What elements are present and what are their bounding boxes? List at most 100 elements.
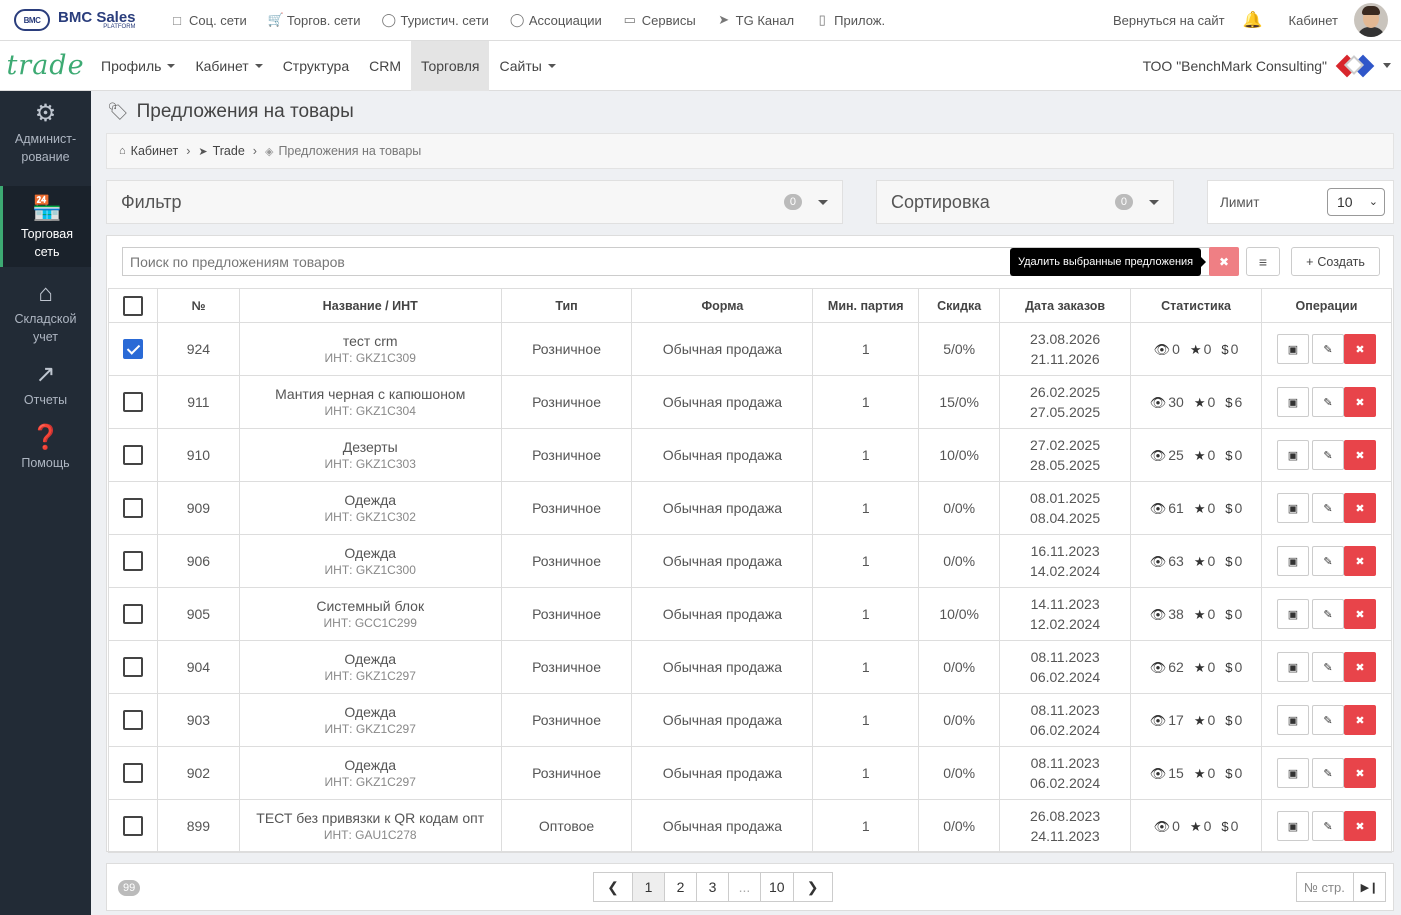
row-checkbox[interactable]: [122, 339, 143, 359]
row-checkbox[interactable]: [122, 657, 143, 677]
topnav-item-tourism[interactable]: ◯ Туристич. сети: [382, 12, 489, 28]
filter-panel[interactable]: Фильтр 0: [106, 180, 843, 224]
sidebar-item-label: Админист-рование: [14, 132, 77, 164]
row-checkbox[interactable]: [122, 710, 143, 730]
col-header[interactable]: Дата заказов: [999, 288, 1132, 323]
orders-button[interactable]: ▣: [1276, 705, 1309, 735]
col-header[interactable]: Скидка: [918, 288, 1001, 323]
sidebar-item-reports[interactable]: ↗ Отчеты: [0, 352, 91, 415]
row-name-cell[interactable]: Дезерты ИНТ: GKZ1C303: [238, 428, 502, 482]
row-name-cell[interactable]: Одежда ИНТ: GKZ1C302: [238, 481, 502, 535]
page-button[interactable]: 2: [664, 872, 697, 902]
edit-button[interactable]: ✎: [1311, 705, 1344, 735]
row-name-cell[interactable]: Мантия черная с капюшоном ИНТ: GKZ1C304: [238, 375, 502, 429]
delete-button[interactable]: ✖: [1343, 599, 1376, 629]
orders-button[interactable]: ▣: [1276, 652, 1309, 682]
next-page-button[interactable]: ❯: [792, 872, 833, 902]
topnav-item-services[interactable]: ▭ Сервисы: [623, 12, 696, 28]
col-header[interactable]: Тип: [500, 288, 633, 323]
topnav-item-trade[interactable]: 🛒 Торгов. сети: [268, 12, 361, 28]
edit-button[interactable]: ✎: [1311, 599, 1344, 629]
row-name-cell[interactable]: ТЕСТ без привязки к QR кодам опт ИНТ: GAU…: [238, 799, 502, 853]
go-to-page-button[interactable]: ▶❙: [1353, 872, 1386, 902]
nav-crm[interactable]: CRM: [359, 41, 411, 91]
page-number-input[interactable]: № стр.: [1296, 872, 1354, 902]
breadcrumb-home[interactable]: Кабинет: [131, 144, 179, 158]
row-checkbox[interactable]: [122, 392, 143, 412]
col-header[interactable]: №: [156, 288, 240, 323]
delete-selected-button[interactable]: ✖: [1209, 247, 1239, 276]
sidebar-item-admin[interactable]: ⚙ Админист-рование: [0, 91, 91, 172]
col-header[interactable]: Форма: [631, 288, 814, 323]
cabinet-link[interactable]: Кабинет: [1289, 13, 1338, 28]
sidebar-item-warehouse[interactable]: ⌂ Складской учет: [0, 271, 91, 352]
orders-button[interactable]: ▣: [1276, 599, 1309, 629]
edit-button[interactable]: ✎: [1311, 493, 1344, 523]
delete-button[interactable]: ✖: [1343, 546, 1376, 576]
nav-cabinet[interactable]: Кабинет: [185, 41, 272, 91]
delete-button[interactable]: ✖: [1343, 440, 1376, 470]
row-checkbox[interactable]: [122, 763, 143, 783]
orders-button[interactable]: ▣: [1276, 758, 1309, 788]
edit-button[interactable]: ✎: [1311, 334, 1344, 364]
orders-button[interactable]: ▣: [1276, 493, 1309, 523]
nav-trade[interactable]: Торговля: [411, 40, 490, 91]
orders-button[interactable]: ▣: [1276, 387, 1309, 417]
row-name-cell[interactable]: Одежда ИНТ: GKZ1C300: [238, 534, 502, 588]
nav-sites[interactable]: Сайты: [489, 41, 565, 91]
page-button[interactable]: 3: [696, 872, 729, 902]
delete-button[interactable]: ✖: [1343, 758, 1376, 788]
delete-button[interactable]: ✖: [1343, 387, 1376, 417]
company-switcher[interactable]: ТОО "BenchMark Consulting": [1143, 54, 1391, 77]
sidebar-item-trade-network[interactable]: 🏪 Торговая сеть: [0, 186, 91, 267]
row-checkbox[interactable]: [122, 445, 143, 465]
row-checkbox[interactable]: [122, 816, 143, 836]
delete-button[interactable]: ✖: [1343, 705, 1376, 735]
bell-icon[interactable]: 🔔: [1243, 10, 1263, 30]
delete-button[interactable]: ✖: [1343, 493, 1376, 523]
sidebar-item-help[interactable]: ❓ Помощь: [0, 415, 91, 478]
create-button[interactable]: + Создать: [1291, 247, 1380, 276]
edit-button[interactable]: ✎: [1311, 546, 1344, 576]
edit-button[interactable]: ✎: [1311, 758, 1344, 788]
nav-profile[interactable]: Профиль: [91, 41, 185, 91]
delete-button[interactable]: ✖: [1343, 334, 1376, 364]
row-checkbox[interactable]: [122, 604, 143, 624]
orders-button[interactable]: ▣: [1276, 811, 1309, 841]
row-name-cell[interactable]: тест crm ИНТ: GKZ1C309: [238, 322, 502, 376]
back-to-site-link[interactable]: Вернуться на сайт: [1113, 13, 1225, 28]
topnav-item-apps[interactable]: ▯ Прилож.: [815, 12, 886, 28]
brand-logo[interactable]: trade: [0, 41, 91, 91]
topnav-item-associations[interactable]: ◯ Ассоциации: [510, 12, 602, 28]
delete-button[interactable]: ✖: [1343, 652, 1376, 682]
nav-structure[interactable]: Структура: [273, 41, 359, 91]
orders-button[interactable]: ▣: [1276, 440, 1309, 470]
col-header[interactable]: Название / ИНТ: [238, 288, 502, 323]
page-button[interactable]: 10: [760, 872, 794, 902]
bmc-logo[interactable]: BMC BMC Sales PLATFORM: [14, 9, 164, 31]
orders-button[interactable]: ▣: [1276, 546, 1309, 576]
col-header[interactable]: Мин. партия: [812, 288, 920, 323]
edit-button[interactable]: ✎: [1311, 440, 1344, 470]
limit-select[interactable]: 10 ⌄: [1327, 188, 1385, 216]
page-button[interactable]: 1: [632, 872, 665, 902]
row-name-cell[interactable]: Одежда ИНТ: GKZ1C297: [238, 693, 502, 747]
row-name-cell[interactable]: Системный блок ИНТ: GCC1C299: [238, 587, 502, 641]
topnav-item-tg[interactable]: ➤ TG Канал: [717, 12, 794, 28]
row-checkbox[interactable]: [122, 498, 143, 518]
orders-button[interactable]: ▣: [1276, 334, 1309, 364]
edit-button[interactable]: ✎: [1311, 387, 1344, 417]
delete-button[interactable]: ✖: [1343, 811, 1376, 841]
prev-page-button[interactable]: ❮: [593, 872, 633, 902]
select-all-checkbox[interactable]: [122, 295, 143, 316]
breadcrumb-trade[interactable]: Trade: [213, 144, 245, 158]
row-name-cell[interactable]: Одежда ИНТ: GKZ1C297: [238, 640, 502, 694]
avatar[interactable]: [1354, 3, 1388, 37]
row-checkbox[interactable]: [122, 551, 143, 571]
columns-menu-button[interactable]: ≡: [1246, 247, 1280, 276]
edit-button[interactable]: ✎: [1311, 811, 1344, 841]
topnav-item-social[interactable]: □ Соц. сети: [170, 13, 247, 28]
row-name-cell[interactable]: Одежда ИНТ: GKZ1C297: [238, 746, 502, 800]
sort-panel[interactable]: Сортировка 0: [876, 180, 1174, 224]
edit-button[interactable]: ✎: [1311, 652, 1344, 682]
